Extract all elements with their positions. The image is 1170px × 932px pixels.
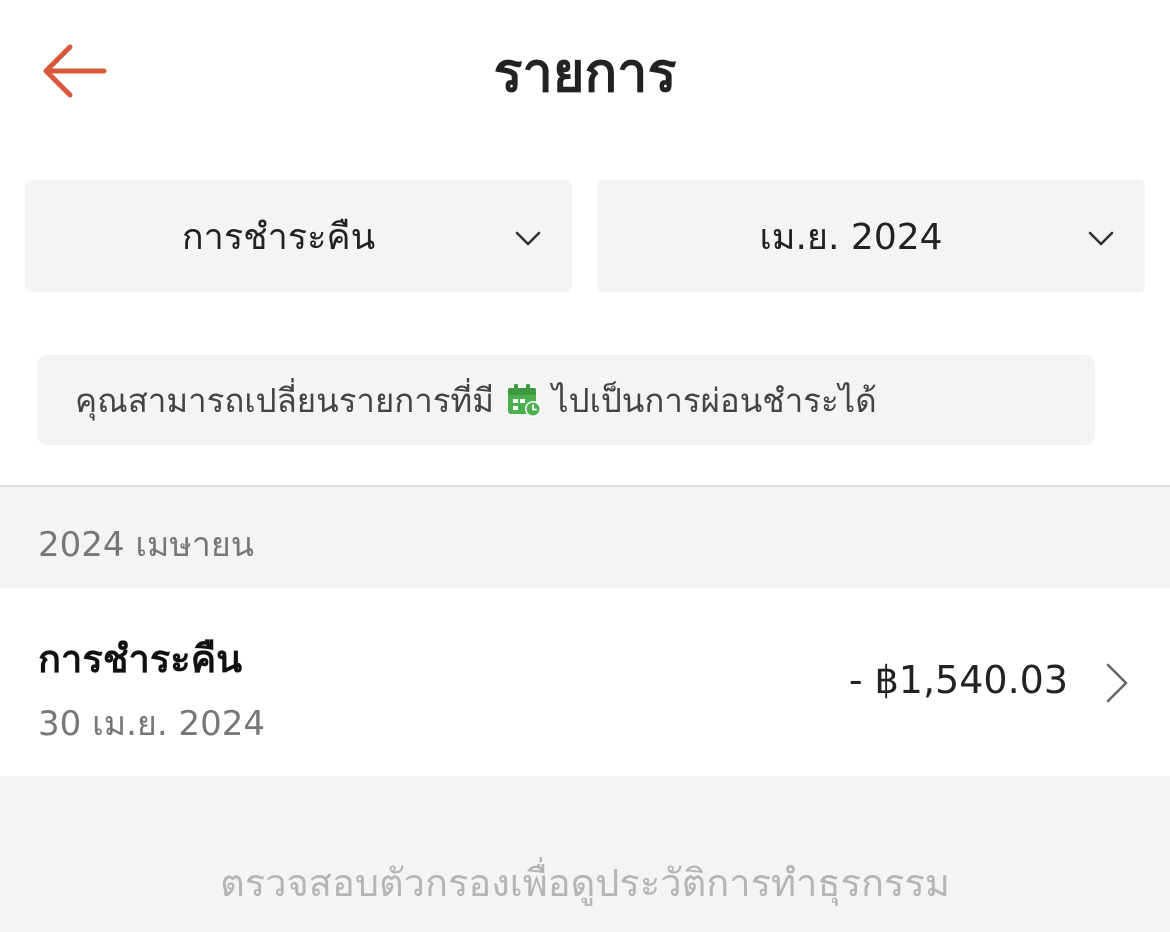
type-filter-value: การชำระคืน [181,216,376,258]
calendar-clock-icon [508,384,542,417]
month-section-header: 2024 เมษายน [0,487,1170,588]
chevron-down-icon [515,231,541,246]
empty-history-footer: ตรวจสอบตัวกรองเพื่อดูประวัติการทำธุรกรรม [0,776,1170,932]
info-text-after: ไปเป็นการผ่อนชำระได้ [552,380,877,420]
transaction-name: การชำระคืน [38,637,243,681]
transaction-row[interactable]: การชำระคืน 30 เม.ย. 2024 - ฿1,540.03 [0,588,1170,776]
installment-info-banner: คุณสามารถเปลี่ยนรายการที่มี ไปเป็นการผ่อ… [37,355,1095,445]
page-title: รายการ [493,41,677,104]
transaction-amount: - ฿1,540.03 [848,658,1068,702]
type-filter-dropdown[interactable]: การชำระคืน [25,180,572,292]
chevron-right-icon [1106,663,1128,703]
app-header: รายการ [0,0,1170,145]
chevron-down-icon [1088,231,1114,246]
info-text-before: คุณสามารถเปลี่ยนรายการที่มี [75,380,495,420]
month-filter-value: เม.ย. 2024 [759,216,943,258]
month-section-label: 2024 เมษายน [38,525,255,565]
transaction-date: 30 เม.ย. 2024 [38,704,265,744]
month-filter-dropdown[interactable]: เม.ย. 2024 [597,180,1145,292]
footer-hint-text: ตรวจสอบตัวกรองเพื่อดูประวัติการทำธุรกรรม [220,861,950,905]
